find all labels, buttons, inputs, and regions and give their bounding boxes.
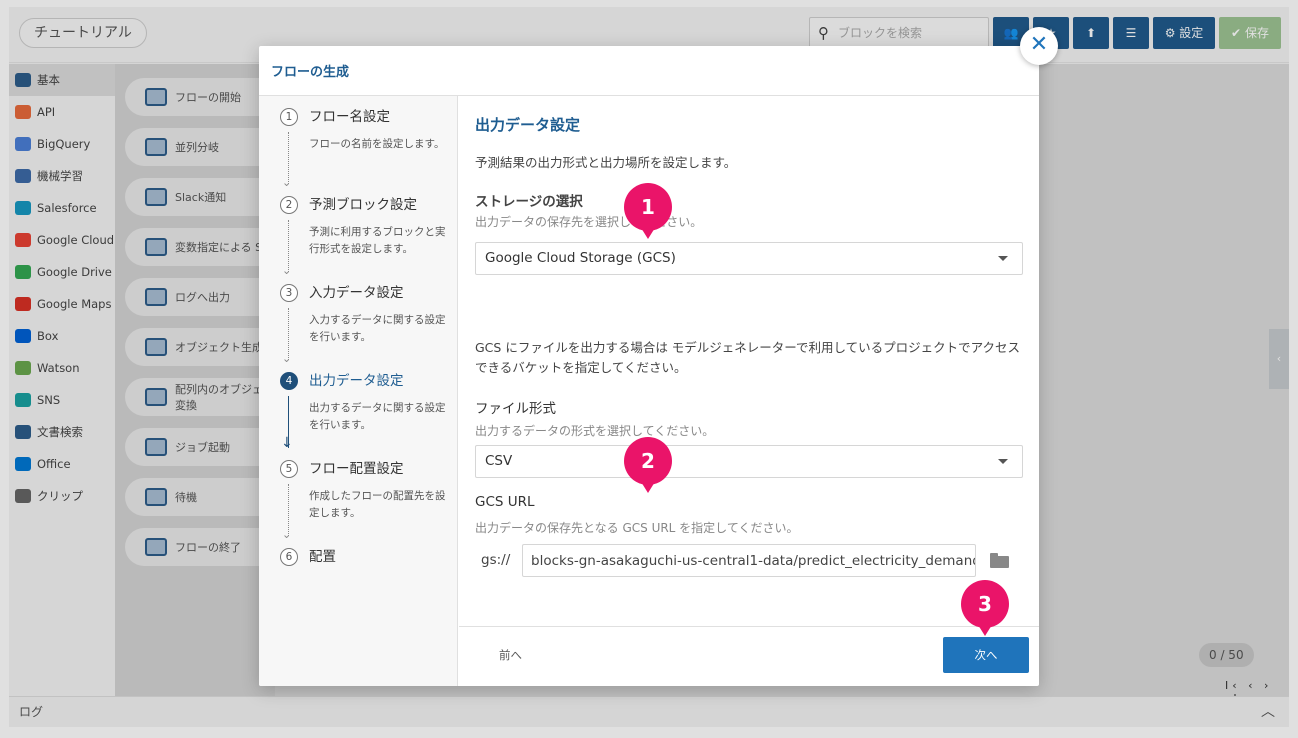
arrow-down-icon: ⌄ (282, 352, 292, 365)
close-icon[interactable]: ✕ (1020, 27, 1058, 65)
wizard-steps: 1 フロー名設定フローの名前を設定します。 ⌄ 2 予測ブロック設定予測に利用するブロッ… (259, 96, 458, 686)
step-title: フロー配置設定 (309, 461, 404, 477)
step-number: 5 (280, 460, 298, 478)
dialog-title: フローの生成 (271, 65, 350, 80)
storage-label: ストレージの選択 (475, 194, 583, 210)
step-title: 配置 (309, 549, 336, 565)
arrow-down-icon: ⌄ (282, 176, 292, 189)
step-number: 2 (280, 196, 298, 214)
wizard-content: 出力データ設定 予測結果の出力形式と出力場所を設定します。 ストレージの選択 出… (459, 96, 1039, 626)
file-format-select[interactable]: CSV (475, 445, 1023, 478)
callout-marker: 1 (624, 183, 672, 245)
arrow-down-icon: ↓ (281, 435, 293, 451)
step-number: 6 (280, 548, 298, 566)
file-format-hint: 出力するデータの形式を選択してください。 (475, 424, 715, 438)
gcs-url-input[interactable] (522, 544, 976, 577)
dialog-footer: 前へ 次へ (459, 626, 1039, 686)
step-title: 入力データ設定 (309, 285, 404, 301)
step-title: 出力データ設定 (309, 373, 404, 389)
arrow-down-icon: ⌄ (282, 528, 292, 541)
gcs-url-prefix: gs:// (481, 552, 511, 568)
folder-icon[interactable] (990, 553, 1010, 568)
storage-select[interactable]: Google Cloud Storage (GCS) (475, 242, 1023, 275)
storage-select-value: Google Cloud Storage (GCS) (485, 250, 676, 266)
step-number: 4 (280, 372, 298, 390)
section-title: 出力データ設定 (475, 116, 581, 134)
step-description: 出力するデータに関する設定を行います。 (309, 402, 446, 431)
step-title: フロー名設定 (309, 109, 390, 125)
flow-generation-dialog: フローの生成 1 フロー名設定フローの名前を設定します。 ⌄ 2 予測ブロック設定予測に… (259, 46, 1039, 686)
prev-button[interactable]: 前へ (499, 647, 522, 663)
section-description: 予測結果の出力形式と出力場所を設定します。 (475, 155, 737, 170)
file-format-select-value: CSV (485, 453, 513, 469)
callout-marker: 2 (624, 437, 672, 499)
file-format-label: ファイル形式 (475, 401, 556, 417)
step-description: 作成したフローの配置先を設定します。 (309, 490, 446, 519)
gcs-url-label: GCS URL (475, 494, 535, 510)
gcs-note: GCS にファイルを出力する場合は モデルジェネレーターで利用しているプロジェク… (475, 340, 1021, 375)
arrow-down-icon: ⌄ (282, 264, 292, 277)
gcs-url-hint: 出力データの保存先となる GCS URL を指定してください。 (475, 521, 799, 535)
caret-down-icon (998, 459, 1008, 464)
next-button[interactable]: 次へ (943, 637, 1029, 673)
step-number: 1 (280, 108, 298, 126)
dialog-header: フローの生成 (259, 46, 1039, 96)
callout-marker: 3 (961, 580, 1009, 642)
step-description: フローの名前を設定します。 (309, 138, 445, 150)
step-number: 3 (280, 284, 298, 302)
caret-down-icon (998, 256, 1008, 261)
step-description: 予測に利用するブロックと実行形式を設定します。 (309, 226, 446, 255)
step-title: 予測ブロック設定 (309, 197, 417, 213)
step-description: 入力するデータに関する設定を行います。 (309, 314, 446, 343)
